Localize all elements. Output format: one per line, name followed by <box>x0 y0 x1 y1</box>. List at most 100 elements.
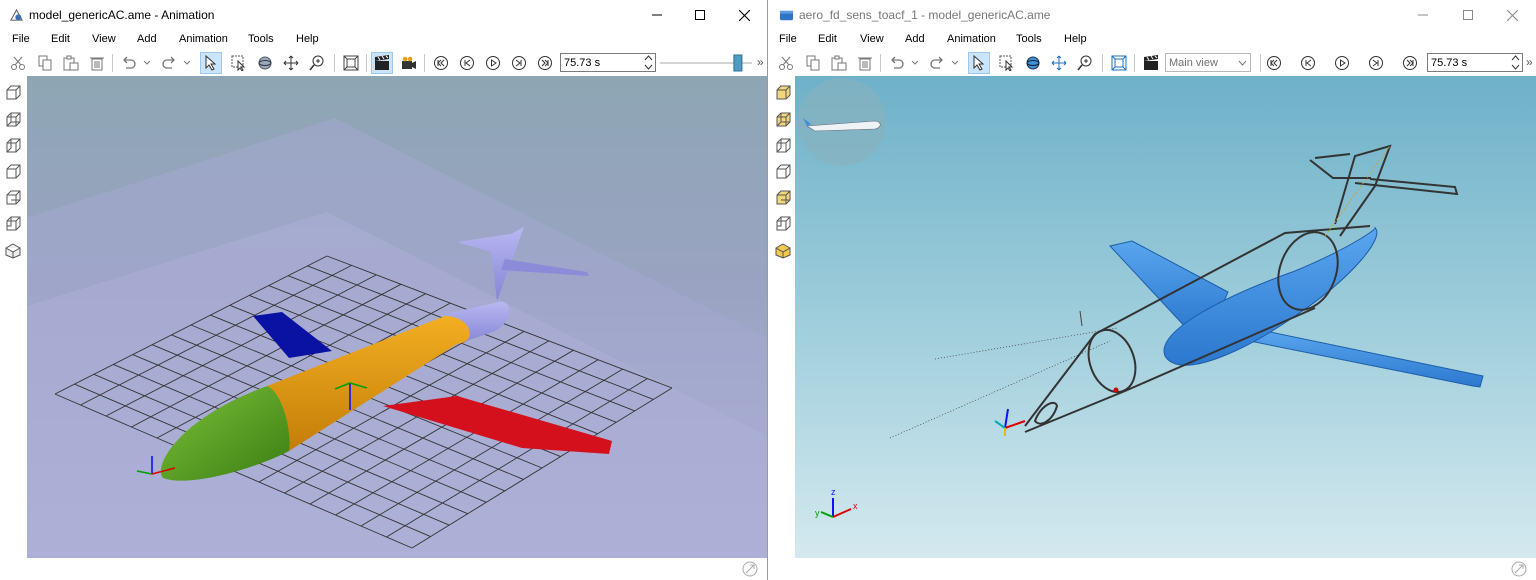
right-view-icon[interactable] <box>4 163 22 181</box>
step-forward-icon[interactable] <box>1365 52 1387 74</box>
rotate-icon[interactable] <box>254 52 276 74</box>
menu-animation[interactable]: Animation <box>947 33 996 45</box>
step-back-icon[interactable] <box>456 52 478 74</box>
paste-icon[interactable] <box>828 52 850 74</box>
time-input[interactable]: 75.73 s <box>1427 53 1523 72</box>
status-bar <box>770 558 1536 580</box>
redo-icon[interactable] <box>926 52 948 74</box>
close-button[interactable] <box>1489 0 1535 30</box>
back-view-icon[interactable] <box>4 111 22 129</box>
scissors-icon[interactable] <box>7 52 29 74</box>
bottom-view-icon[interactable] <box>774 215 792 233</box>
delete-icon[interactable] <box>86 52 108 74</box>
toolbar-separator <box>334 54 335 72</box>
select-arrow-icon[interactable] <box>968 52 990 74</box>
minimize-button[interactable] <box>1400 0 1446 30</box>
model-window: aero_fd_sens_toacf_1 - model_genericAC.a… <box>770 0 1536 580</box>
view-select[interactable]: Main view <box>1165 53 1251 72</box>
clapperboard-icon[interactable] <box>371 52 393 74</box>
title-bar[interactable]: model_genericAC.ame - Animation <box>0 0 767 30</box>
chevron-down-icon[interactable] <box>182 52 192 74</box>
title-bar[interactable]: aero_fd_sens_toacf_1 - model_genericAC.a… <box>770 0 1536 30</box>
fit-all-icon[interactable] <box>340 52 362 74</box>
left-view-icon[interactable] <box>4 137 22 155</box>
toolbar-overflow-icon[interactable]: » <box>757 55 764 69</box>
slider-thumb[interactable] <box>733 54 743 72</box>
rotate-icon[interactable] <box>1022 52 1044 74</box>
menu-edit[interactable]: Edit <box>818 33 837 45</box>
box-select-icon[interactable] <box>996 52 1018 74</box>
chevron-down-icon[interactable] <box>950 52 960 74</box>
reset-view-icon[interactable] <box>1510 560 1528 578</box>
box-select-icon[interactable] <box>228 52 250 74</box>
iso-view-icon[interactable] <box>774 242 792 260</box>
skip-last-icon[interactable] <box>534 52 556 74</box>
undo-icon[interactable] <box>886 52 908 74</box>
fit-all-icon[interactable] <box>1108 52 1130 74</box>
menu-add[interactable]: Add <box>137 33 157 45</box>
play-icon[interactable] <box>482 52 504 74</box>
front-view-icon[interactable] <box>4 84 22 102</box>
menu-file[interactable]: File <box>12 33 30 45</box>
clapperboard-icon[interactable] <box>1140 52 1162 74</box>
minimize-button[interactable] <box>634 0 680 30</box>
skip-last-icon[interactable] <box>1399 52 1421 74</box>
top-view-icon[interactable] <box>4 189 22 207</box>
axis-y-label: y <box>815 508 820 518</box>
skip-first-icon[interactable] <box>1263 52 1285 74</box>
camera-icon[interactable] <box>398 52 420 74</box>
scissors-icon[interactable] <box>775 52 797 74</box>
close-button[interactable] <box>721 0 767 30</box>
back-view-icon[interactable] <box>774 111 792 129</box>
chevron-down-icon[interactable] <box>910 52 920 74</box>
menu-animation[interactable]: Animation <box>179 33 228 45</box>
minimap[interactable] <box>798 78 886 166</box>
model-viewport[interactable]: z x y <box>795 76 1536 558</box>
toolbar-overflow-icon[interactable]: » <box>1526 55 1533 69</box>
time-slider[interactable] <box>660 54 752 72</box>
toolbar: Main view 75.73 s » <box>770 50 1536 76</box>
menu-view[interactable]: View <box>92 33 116 45</box>
animation-viewport[interactable] <box>27 76 767 558</box>
step-back-icon[interactable] <box>1297 52 1319 74</box>
right-view-icon[interactable] <box>774 163 792 181</box>
menu-tools[interactable]: Tools <box>248 33 274 45</box>
menu-add[interactable]: Add <box>905 33 925 45</box>
zoom-icon[interactable] <box>1074 52 1096 74</box>
front-view-icon[interactable] <box>774 84 792 102</box>
step-forward-icon[interactable] <box>508 52 530 74</box>
left-view-icon[interactable] <box>774 137 792 155</box>
spin-arrows-icon[interactable] <box>1511 55 1520 70</box>
menu-bar: File Edit View Add Animation Tools Help <box>0 30 767 50</box>
menu-tools[interactable]: Tools <box>1016 33 1042 45</box>
paste-icon[interactable] <box>60 52 82 74</box>
bottom-view-icon[interactable] <box>4 215 22 233</box>
toolbar-separator <box>1134 54 1135 72</box>
chevron-down-icon[interactable] <box>142 52 152 74</box>
skip-first-icon[interactable] <box>430 52 452 74</box>
maximize-button[interactable] <box>677 0 723 30</box>
play-icon[interactable] <box>1331 52 1353 74</box>
pan-icon[interactable] <box>1048 52 1070 74</box>
reset-view-icon[interactable] <box>741 560 759 578</box>
copy-icon[interactable] <box>34 52 56 74</box>
menu-help[interactable]: Help <box>296 33 319 45</box>
undo-icon[interactable] <box>118 52 140 74</box>
menu-edit[interactable]: Edit <box>51 33 70 45</box>
delete-icon[interactable] <box>854 52 876 74</box>
zoom-icon[interactable] <box>306 52 328 74</box>
spin-arrows-icon[interactable] <box>644 55 653 70</box>
pan-icon[interactable] <box>280 52 302 74</box>
iso-view-icon[interactable] <box>4 242 22 260</box>
menu-help[interactable]: Help <box>1064 33 1087 45</box>
copy-icon[interactable] <box>802 52 824 74</box>
scene-3d: z x y <box>795 76 1536 558</box>
axis-z-label: z <box>831 487 836 497</box>
maximize-button[interactable] <box>1445 0 1491 30</box>
menu-file[interactable]: File <box>779 33 797 45</box>
redo-icon[interactable] <box>158 52 180 74</box>
select-arrow-icon[interactable] <box>200 52 222 74</box>
menu-view[interactable]: View <box>860 33 884 45</box>
time-input[interactable]: 75.73 s <box>560 53 656 72</box>
top-view-icon[interactable] <box>774 189 792 207</box>
